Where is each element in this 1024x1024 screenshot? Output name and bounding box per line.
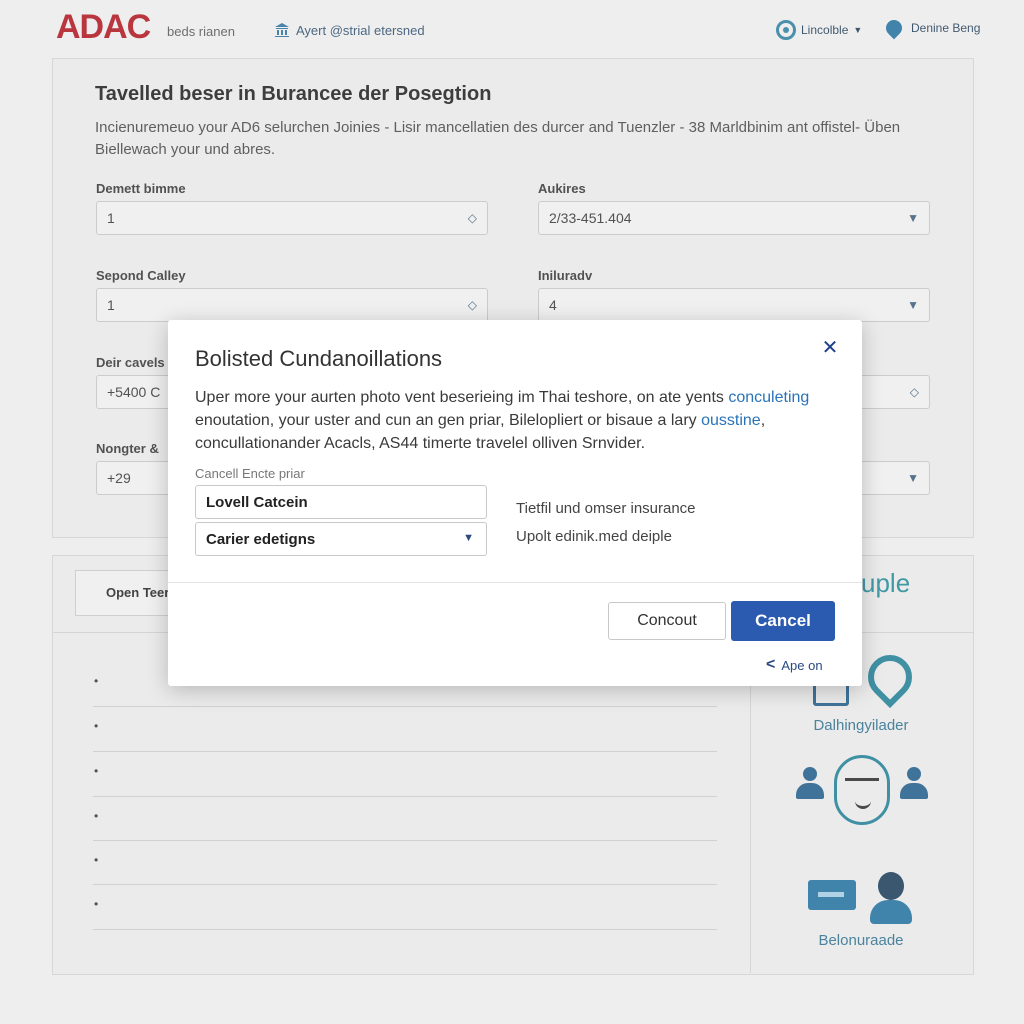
dialog-text: Uper more your aurten photo vent beserie… [195,389,729,406]
dialog-title: Bolisted Cundanoillations [195,346,443,371]
cancellation-input[interactable]: Lovell Catcein [195,485,487,519]
dialog-text: enoutation, your uster and cun an gen pr… [195,412,702,429]
divider [168,582,862,583]
input-label: Cancell Encte priar [195,466,305,481]
dialog-link[interactable]: conculeting [728,389,809,406]
info-text: Tietfil und omser insurance [516,500,696,517]
dialog-link[interactable]: ousstine [701,412,761,429]
back-link-label: Ape on [781,657,823,673]
option-select[interactable]: Carier edetigns ▼ [195,522,487,556]
cancel-button[interactable]: Cancel [731,601,835,641]
secondary-button[interactable]: Concout [608,602,726,640]
close-icon[interactable]: ✕ [818,336,842,360]
chevron-left-icon: < [766,656,776,673]
dialog-body: Uper more your aurten photo vent beserie… [195,386,835,455]
back-link[interactable]: < Ape on [766,656,823,674]
cancellation-dialog: Bolisted Cundanoillations ✕ Uper more yo… [168,320,862,686]
chevron-down-icon: ▼ [463,532,474,544]
select-value: Carier edetigns [206,531,316,548]
info-text: Upolt edinik.med deiple [516,528,672,545]
